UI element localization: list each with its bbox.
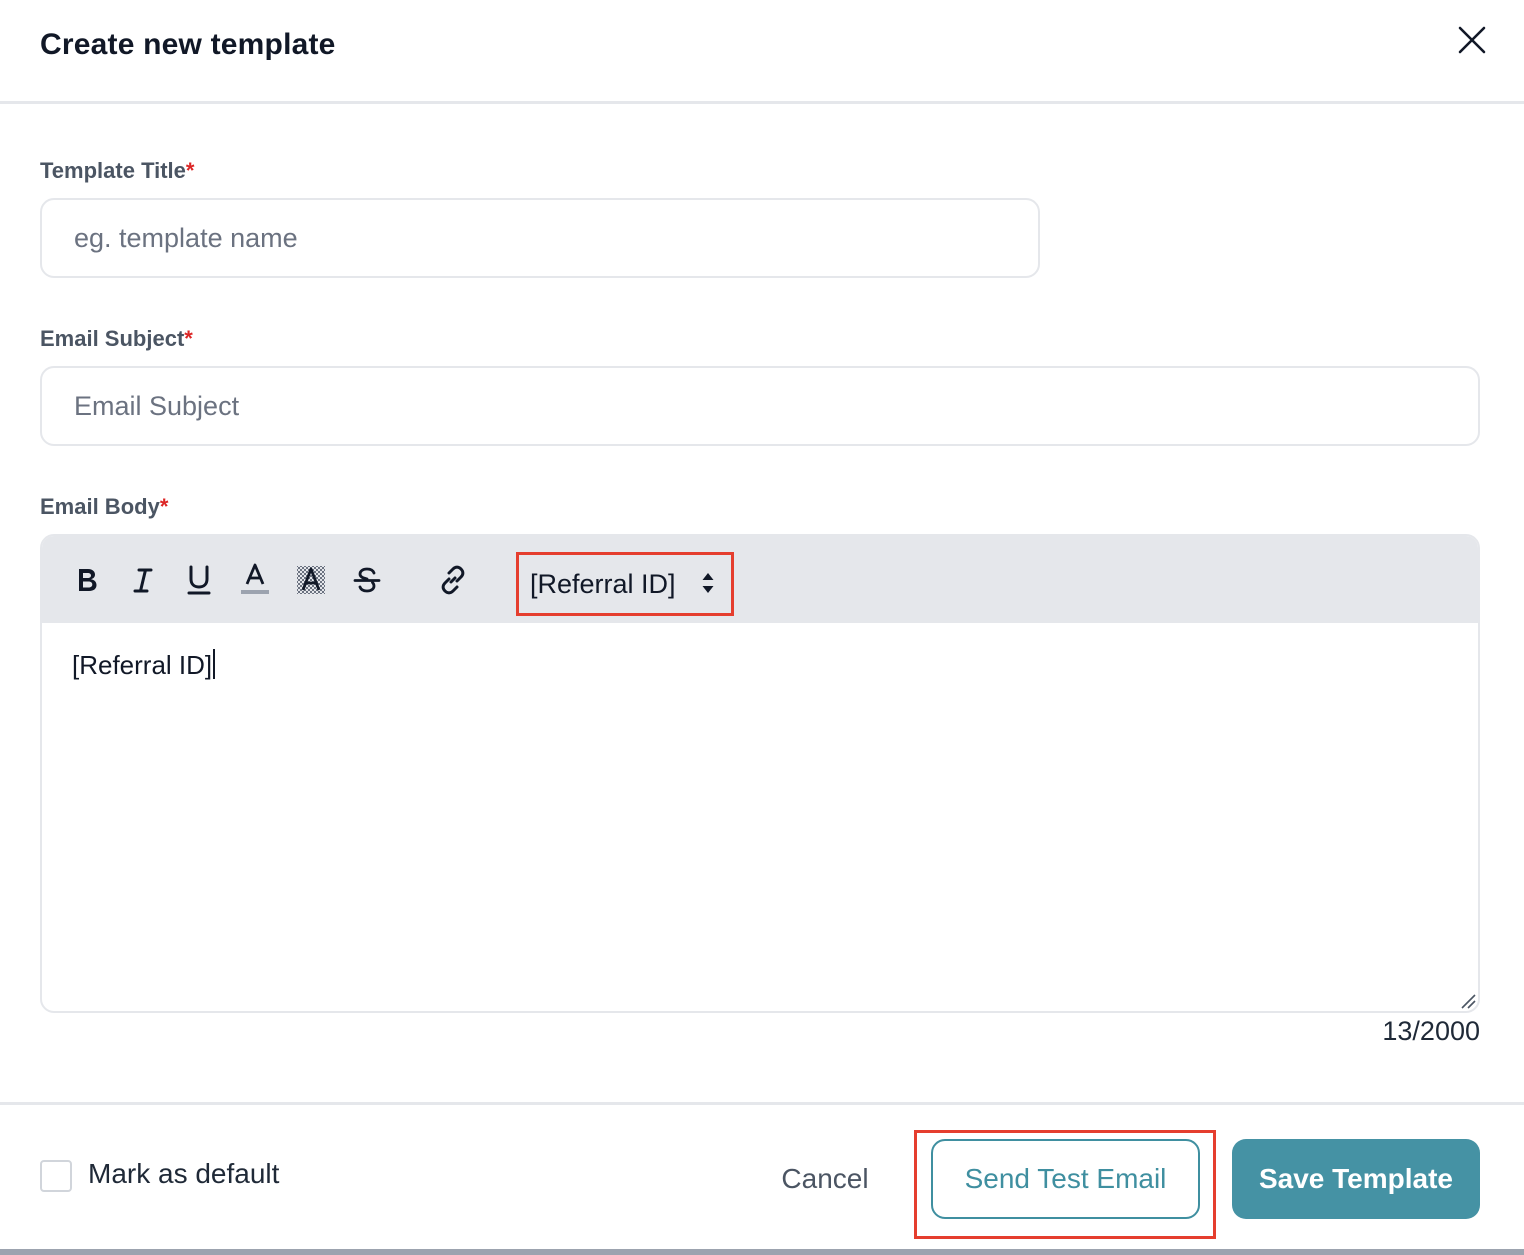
email-subject-label: Email Subject*	[40, 326, 193, 352]
link-icon[interactable]	[436, 562, 470, 598]
variable-select[interactable]: [Referral ID]	[516, 552, 734, 616]
character-counter: 13/2000	[1382, 1016, 1480, 1046]
underline-icon[interactable]	[182, 562, 216, 598]
editor-toolbar: [Referral ID]	[42, 536, 1478, 623]
template-title-label-text: Template Title	[40, 158, 186, 183]
italic-icon[interactable]	[126, 562, 160, 598]
mark-default-label[interactable]: Mark as default	[88, 1158, 279, 1190]
modal-header: Create new template	[0, 0, 1524, 104]
email-body-textarea[interactable]: [Referral ID]	[42, 623, 1478, 1011]
cancel-button[interactable]: Cancel	[760, 1139, 890, 1219]
text-color-icon[interactable]	[238, 562, 272, 598]
strikethrough-icon[interactable]	[350, 562, 384, 598]
template-title-input[interactable]	[40, 198, 1040, 278]
email-subject-label-text: Email Subject	[40, 326, 185, 351]
email-body-content: [Referral ID]	[72, 650, 213, 680]
select-arrows-icon	[701, 571, 715, 600]
required-mark: *	[159, 494, 169, 519]
modal-title: Create new template	[40, 28, 336, 61]
email-body-editor: [Referral ID] [Referral ID]	[40, 534, 1480, 1013]
required-mark: *	[184, 326, 193, 351]
save-template-button[interactable]: Save Template	[1232, 1139, 1480, 1219]
required-mark: *	[185, 158, 195, 183]
text-caret	[213, 649, 216, 679]
resize-handle-icon[interactable]	[1458, 991, 1476, 1009]
highlight-color-icon[interactable]	[294, 562, 328, 598]
create-template-modal: Create new template Template Title* Emai…	[0, 0, 1524, 1255]
email-body-label-text: Email Body	[40, 494, 160, 519]
footer-divider	[0, 1249, 1524, 1255]
email-subject-input[interactable]	[40, 366, 1480, 446]
variable-select-value: [Referral ID]	[530, 568, 676, 599]
close-icon[interactable]	[1454, 22, 1490, 58]
template-title-label: Template Title*	[40, 158, 194, 184]
bold-icon[interactable]	[70, 562, 104, 598]
email-body-label: Email Body*	[40, 494, 168, 520]
send-test-email-button[interactable]: Send Test Email	[931, 1139, 1200, 1219]
mark-default-checkbox[interactable]	[40, 1160, 72, 1192]
